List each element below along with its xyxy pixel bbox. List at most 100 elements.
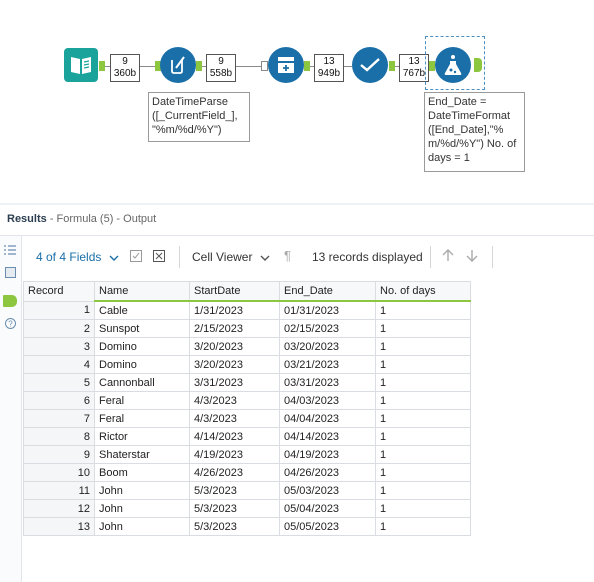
output-anchor[interactable]	[474, 58, 482, 72]
workflow-canvas[interactable]: 9 360b 9 558b 13 949b 13 767b DateTimePa…	[0, 0, 594, 203]
formula-tool[interactable]	[435, 47, 471, 83]
table-row[interactable]: 8 Rictor 4/14/2023 04/14/2023 1	[23, 427, 471, 446]
table-cell[interactable]: 4/3/2023	[189, 409, 280, 428]
table-cell[interactable]: 3/20/2023	[189, 355, 280, 374]
multi-field-formula-tool[interactable]	[160, 47, 196, 83]
table-cell[interactable]: Rictor	[94, 427, 190, 446]
table-row[interactable]: 10 Boom 4/26/2023 04/26/2023 1	[23, 463, 471, 482]
table-row[interactable]: 5 Cannonball 3/31/2023 03/31/2023 1	[23, 373, 471, 392]
table-cell[interactable]: 1/31/2023	[189, 300, 280, 320]
record-number-cell[interactable]: 8	[23, 427, 95, 446]
table-cell[interactable]: 03/31/2023	[279, 373, 376, 392]
table-cell[interactable]: Cable	[94, 300, 190, 320]
table-cell[interactable]: 04/03/2023	[279, 391, 376, 410]
table-cell[interactable]: Shaterstar	[94, 445, 190, 464]
output-anchor[interactable]	[99, 61, 105, 71]
table-cell[interactable]: 1	[375, 481, 471, 500]
select-records-tool[interactable]	[352, 47, 388, 83]
table-cell[interactable]: John	[94, 481, 190, 500]
table-cell[interactable]: 1	[375, 391, 471, 410]
table-cell[interactable]: 3/31/2023	[189, 373, 280, 392]
record-number-cell[interactable]: 2	[23, 319, 95, 338]
table-cell[interactable]: 01/31/2023	[279, 300, 376, 320]
table-cell[interactable]: 1	[375, 355, 471, 374]
table-cell[interactable]: Sunspot	[94, 319, 190, 338]
output-anchor[interactable]	[196, 61, 202, 71]
table-cell[interactable]: 04/19/2023	[279, 445, 376, 464]
arrow-up-icon[interactable]	[442, 249, 454, 265]
record-number-cell[interactable]: 10	[23, 463, 95, 482]
fields-dropdown[interactable]: 4 of 4 Fields	[36, 250, 119, 264]
input-anchor[interactable]	[261, 61, 268, 71]
table-row[interactable]: 9 Shaterstar 4/19/2023 04/19/2023 1	[23, 445, 471, 464]
help-icon[interactable]: ?	[4, 317, 16, 329]
column-header-no-of-days[interactable]: No. of days	[375, 281, 471, 302]
arrow-down-icon[interactable]	[466, 249, 478, 265]
table-cell[interactable]: 02/15/2023	[279, 319, 376, 338]
table-cell[interactable]: 1	[375, 427, 471, 446]
close-box-icon[interactable]	[153, 250, 165, 265]
cell-viewer-dropdown[interactable]: Cell Viewer	[192, 250, 270, 264]
column-header-name[interactable]: Name	[94, 281, 190, 302]
record-number-cell[interactable]: 4	[23, 355, 95, 374]
record-number-cell[interactable]: 7	[23, 409, 95, 428]
table-cell[interactable]: Domino	[94, 337, 190, 356]
table-row[interactable]: 3 Domino 3/20/2023 03/20/2023 1	[23, 337, 471, 356]
column-header-record[interactable]: Record	[23, 281, 95, 302]
table-cell[interactable]: Feral	[94, 391, 190, 410]
column-header-end-date[interactable]: End_Date	[279, 281, 376, 302]
table-cell[interactable]: 05/04/2023	[279, 499, 376, 518]
table-cell[interactable]: 4/26/2023	[189, 463, 280, 482]
table-icon[interactable]	[4, 266, 16, 278]
table-row[interactable]: 6 Feral 4/3/2023 04/03/2023 1	[23, 391, 471, 410]
table-row[interactable]: 12 John 5/3/2023 05/04/2023 1	[23, 499, 471, 518]
table-cell[interactable]: 5/3/2023	[189, 517, 280, 536]
table-cell[interactable]: 1	[375, 300, 471, 320]
table-row[interactable]: 2 Sunspot 2/15/2023 02/15/2023 1	[23, 319, 471, 338]
pilcrow-icon[interactable]: ¶	[284, 248, 291, 263]
output-anchor[interactable]	[389, 61, 395, 71]
table-row[interactable]: 4 Domino 3/20/2023 03/21/2023 1	[23, 355, 471, 374]
table-cell[interactable]: 5/3/2023	[189, 499, 280, 518]
table-cell[interactable]: 1	[375, 409, 471, 428]
column-header-startdate[interactable]: StartDate	[189, 281, 280, 302]
table-cell[interactable]: 1	[375, 337, 471, 356]
record-number-cell[interactable]: 6	[23, 391, 95, 410]
record-number-cell[interactable]: 9	[23, 445, 95, 464]
table-cell[interactable]: 04/14/2023	[279, 427, 376, 446]
table-cell[interactable]: 1	[375, 463, 471, 482]
output-anchor-icon[interactable]	[3, 295, 17, 307]
table-cell[interactable]: 4/3/2023	[189, 391, 280, 410]
table-cell[interactable]: Feral	[94, 409, 190, 428]
record-number-cell[interactable]: 1	[23, 300, 95, 320]
table-cell[interactable]: 03/20/2023	[279, 337, 376, 356]
table-row[interactable]: 7 Feral 4/3/2023 04/04/2023 1	[23, 409, 471, 428]
record-number-cell[interactable]: 12	[23, 499, 95, 518]
output-anchor[interactable]	[304, 61, 310, 71]
table-cell[interactable]: 03/21/2023	[279, 355, 376, 374]
input-data-tool[interactable]	[64, 48, 98, 82]
table-cell[interactable]: 1	[375, 499, 471, 518]
table-cell[interactable]: 1	[375, 373, 471, 392]
record-number-cell[interactable]: 11	[23, 481, 95, 500]
table-cell[interactable]: Domino	[94, 355, 190, 374]
checkbox-icon[interactable]	[130, 250, 142, 265]
table-cell[interactable]: Cannonball	[94, 373, 190, 392]
record-number-cell[interactable]: 3	[23, 337, 95, 356]
table-cell[interactable]: 1	[375, 445, 471, 464]
table-cell[interactable]: 04/04/2023	[279, 409, 376, 428]
union-tool[interactable]	[268, 47, 304, 83]
table-cell[interactable]: 3/20/2023	[189, 337, 280, 356]
table-cell[interactable]: 1	[375, 319, 471, 338]
table-cell[interactable]: Boom	[94, 463, 190, 482]
table-row[interactable]: 11 John 5/3/2023 05/03/2023 1	[23, 481, 471, 500]
table-cell[interactable]: 05/05/2023	[279, 517, 376, 536]
table-cell[interactable]: 5/3/2023	[189, 481, 280, 500]
table-row[interactable]: 13 John 5/3/2023 05/05/2023 1	[23, 517, 471, 536]
record-number-cell[interactable]: 5	[23, 373, 95, 392]
record-number-cell[interactable]: 13	[23, 517, 95, 536]
table-row[interactable]: 1 Cable 1/31/2023 01/31/2023 1	[23, 300, 471, 320]
table-cell[interactable]: 4/19/2023	[189, 445, 280, 464]
table-cell[interactable]: John	[94, 517, 190, 536]
table-cell[interactable]: 04/26/2023	[279, 463, 376, 482]
